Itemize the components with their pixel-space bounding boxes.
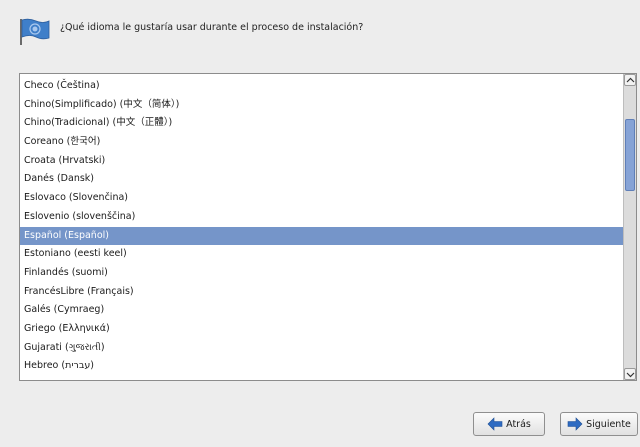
chevron-down-icon bbox=[626, 372, 635, 378]
chevron-up-icon bbox=[626, 77, 635, 83]
arrow-left-icon bbox=[487, 417, 503, 431]
language-option[interactable]: Coreano (한국어) bbox=[20, 133, 624, 152]
language-option[interactable]: Finlandés (suomi) bbox=[20, 264, 624, 283]
language-list[interactable]: Checo (Čeština) Chino(Simplificado) (中文（简… bbox=[19, 73, 637, 381]
language-option[interactable]: Griego (Ελληνικά) bbox=[20, 320, 624, 339]
language-option[interactable]: Chino(Tradicional) (中文（正體）) bbox=[20, 114, 624, 133]
next-button[interactable]: Siguiente bbox=[560, 412, 638, 436]
language-option[interactable]: Gujarati (ગુજરાતી) bbox=[20, 339, 624, 358]
language-option[interactable]: Español (Español) bbox=[20, 226, 624, 246]
language-option[interactable]: Checo (Čeština) bbox=[20, 77, 624, 96]
language-option[interactable]: Chino(Simplificado) (中文（简体）) bbox=[20, 96, 624, 115]
language-option[interactable]: Galés (Cymraeg) bbox=[20, 301, 624, 320]
language-option[interactable]: Eslovaco (Slovenčina) bbox=[20, 189, 624, 208]
language-option[interactable]: Eslovenio (slovenščina) bbox=[20, 208, 624, 227]
language-list-items[interactable]: Checo (Čeština) Chino(Simplificado) (中文（简… bbox=[20, 77, 624, 376]
language-option[interactable]: Croata (Hrvatski) bbox=[20, 152, 624, 171]
arrow-right-icon bbox=[567, 417, 583, 431]
language-option[interactable]: Danés (Dansk) bbox=[20, 170, 624, 189]
vertical-scrollbar[interactable] bbox=[623, 74, 636, 380]
language-prompt: ¿Qué idioma le gustaría usar durante el … bbox=[60, 22, 364, 33]
back-button-label: Atrás bbox=[506, 418, 531, 430]
next-button-label: Siguiente bbox=[586, 418, 631, 430]
scroll-thumb[interactable] bbox=[625, 119, 635, 191]
back-button[interactable]: Atrás bbox=[473, 412, 545, 436]
language-option[interactable]: Hebreo (עברית) bbox=[20, 357, 624, 376]
language-option[interactable]: Estoniano (eesti keel) bbox=[20, 245, 624, 264]
scroll-up-button[interactable] bbox=[624, 74, 636, 86]
header: ¿Qué idioma le gustaría usar durante el … bbox=[0, 0, 640, 58]
flag-icon bbox=[19, 18, 51, 46]
language-option[interactable]: FrancésLibre (Français) bbox=[20, 283, 624, 302]
scroll-down-button[interactable] bbox=[624, 368, 636, 380]
